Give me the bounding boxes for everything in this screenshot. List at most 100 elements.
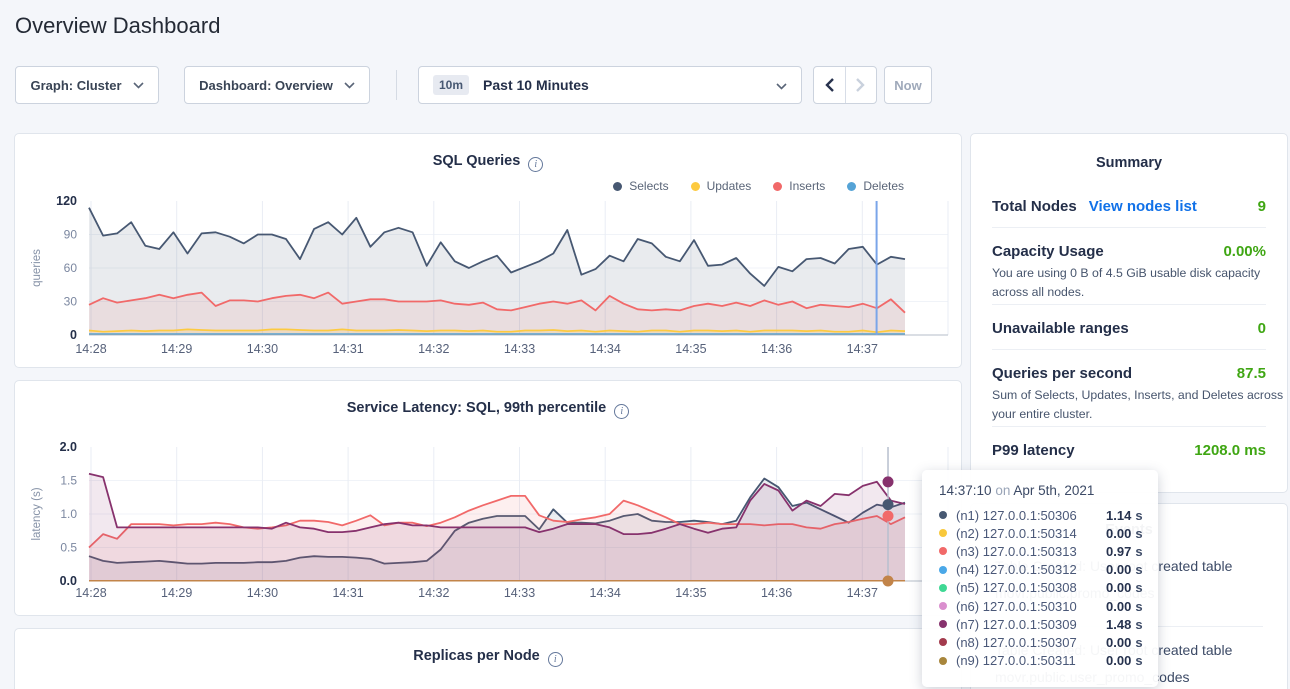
node-color-dot <box>939 547 947 555</box>
summary-label: Queries per second <box>992 365 1132 382</box>
legend-item-inserts[interactable]: Inserts <box>773 179 825 193</box>
summary-panel: Summary Total Nodes View nodes list 9 Capac… <box>970 133 1288 493</box>
time-range-dropdown[interactable]: 10m Past 10 Minutes <box>418 66 802 104</box>
summary-desc: You are using 0 B of 4.5 GiB usable disk… <box>992 264 1266 302</box>
summary-value: 87.5 <box>1237 365 1266 382</box>
svg-text:14:36: 14:36 <box>761 586 792 600</box>
node-address: (n6) 127.0.0.1:50310 <box>956 599 1106 614</box>
svg-text:0.5: 0.5 <box>60 541 77 555</box>
summary-value: 9 <box>1258 198 1266 215</box>
tooltip-node-row: (n2) 127.0.0.1:503140.00s <box>939 524 1144 542</box>
now-button-label: Now <box>894 78 921 93</box>
svg-text:14:36: 14:36 <box>761 342 792 356</box>
node-latency-value: 0.97 <box>1106 544 1131 559</box>
tooltip-node-row: (n1) 127.0.0.1:503061.14s <box>939 506 1144 524</box>
svg-text:14:31: 14:31 <box>332 586 363 600</box>
node-color-dot <box>939 638 947 646</box>
node-color-dot <box>939 602 947 610</box>
svg-text:120: 120 <box>56 194 77 208</box>
svg-text:14:34: 14:34 <box>590 586 621 600</box>
node-address: (n8) 127.0.0.1:50307 <box>956 635 1106 650</box>
svg-text:14:35: 14:35 <box>675 342 706 356</box>
view-nodes-list-link[interactable]: View nodes list <box>1089 198 1197 215</box>
legend-dot <box>613 182 622 191</box>
svg-text:2.0: 2.0 <box>60 440 77 454</box>
svg-text:1.0: 1.0 <box>60 507 77 521</box>
info-icon[interactable]: i <box>528 157 543 172</box>
legend-item-deletes[interactable]: Deletes <box>847 179 904 193</box>
sql-queries-chart-title: SQL Queriesi <box>15 153 961 172</box>
overview-dashboard-page: Overview Dashboard Graph: Cluster Dashbo… <box>0 0 1290 689</box>
time-nav-arrows <box>813 66 877 104</box>
summary-row: Unavailable ranges0 <box>992 305 1266 350</box>
node-color-dot <box>939 529 947 537</box>
node-address: (n1) 127.0.0.1:50306 <box>956 508 1106 523</box>
info-icon[interactable]: i <box>548 652 563 667</box>
controls-divider <box>396 70 397 100</box>
svg-text:14:31: 14:31 <box>332 342 363 356</box>
node-latency-value: 1.14 <box>1106 508 1131 523</box>
svg-text:latency (s): latency (s) <box>31 487 43 540</box>
svg-text:14:34: 14:34 <box>590 342 621 356</box>
node-color-dot <box>939 511 947 519</box>
time-forward-button[interactable] <box>846 67 877 103</box>
node-color-dot <box>939 620 947 628</box>
legend-dot <box>847 182 856 191</box>
node-latency-value: 0.00 <box>1106 635 1131 650</box>
node-latency-value: 1.48 <box>1106 617 1131 632</box>
time-back-button[interactable] <box>814 67 846 103</box>
svg-text:14:37: 14:37 <box>847 586 878 600</box>
legend-item-updates[interactable]: Updates <box>691 179 752 193</box>
chevron-down-icon <box>776 83 787 90</box>
dashboard-selector-dropdown[interactable]: Dashboard: Overview <box>184 66 370 104</box>
node-address: (n5) 127.0.0.1:50308 <box>956 580 1106 595</box>
summary-row: Capacity Usage0.00%You are using 0 B of … <box>992 228 1266 305</box>
node-address: (n7) 127.0.0.1:50309 <box>956 617 1106 632</box>
time-range-badge: 10m <box>433 75 469 95</box>
tooltip-node-row: (n9) 127.0.0.1:503110.00s <box>939 652 1144 670</box>
node-latency-value: 0.00 <box>1106 580 1131 595</box>
node-latency-value: 0.00 <box>1106 653 1131 668</box>
tooltip-node-row: (n7) 127.0.0.1:503091.48s <box>939 615 1144 633</box>
service-latency-chart-title: Service Latency: SQL, 99th percentilei <box>15 400 961 419</box>
summary-value: 1208.0 ms <box>1194 442 1266 459</box>
node-address: (n3) 127.0.0.1:50313 <box>956 544 1106 559</box>
svg-text:90: 90 <box>64 228 78 242</box>
summary-label: Total Nodes <box>992 198 1077 215</box>
node-latency-value: 0.00 <box>1106 562 1131 577</box>
graph-selector-dropdown[interactable]: Graph: Cluster <box>15 66 159 104</box>
chevron-right-icon <box>856 78 865 92</box>
chart-hover-tooltip: 14:37:10 on Apr 5th, 2021 (n1) 127.0.0.1… <box>922 470 1158 687</box>
dashboard-selector-label: Dashboard: Overview <box>199 78 333 93</box>
svg-text:14:28: 14:28 <box>75 342 106 356</box>
summary-title: Summary <box>992 134 1266 171</box>
summary-value: 0 <box>1258 320 1266 337</box>
time-range-label: Past 10 Minutes <box>483 77 589 93</box>
svg-text:14:29: 14:29 <box>161 586 192 600</box>
svg-text:14:28: 14:28 <box>75 586 106 600</box>
svg-text:0: 0 <box>70 328 77 342</box>
tooltip-node-row: (n3) 127.0.0.1:503130.97s <box>939 542 1144 560</box>
legend-dot <box>773 182 782 191</box>
svg-text:14:29: 14:29 <box>161 342 192 356</box>
legend-item-selects[interactable]: Selects <box>613 179 668 193</box>
tooltip-node-row: (n8) 127.0.0.1:503070.00s <box>939 633 1144 651</box>
summary-value: 0.00% <box>1223 243 1266 260</box>
svg-text:14:30: 14:30 <box>247 342 278 356</box>
tooltip-timestamp: 14:37:10 on Apr 5th, 2021 <box>939 483 1144 498</box>
svg-text:30: 30 <box>64 295 78 309</box>
node-color-dot <box>939 657 947 665</box>
chevron-down-icon <box>344 82 355 89</box>
graph-selector-label: Graph: Cluster <box>30 78 121 93</box>
legend-dot <box>691 182 700 191</box>
now-button[interactable]: Now <box>884 66 932 104</box>
svg-text:queries: queries <box>31 249 43 287</box>
sql-chart-legend: Selects Updates Inserts Deletes <box>613 179 904 193</box>
sql-queries-chart-card: 030609012014:2814:2914:3014:3114:3214:33… <box>14 133 962 368</box>
info-icon[interactable]: i <box>614 404 629 419</box>
svg-text:14:33: 14:33 <box>504 342 535 356</box>
summary-row: Queries per second 87.5 Sum of Selects, Up… <box>992 350 1266 427</box>
node-latency-value: 0.00 <box>1106 526 1131 541</box>
summary-desc: Sum of Selects, Updates, Inserts, and De… <box>992 386 1266 424</box>
node-color-dot <box>939 584 947 592</box>
